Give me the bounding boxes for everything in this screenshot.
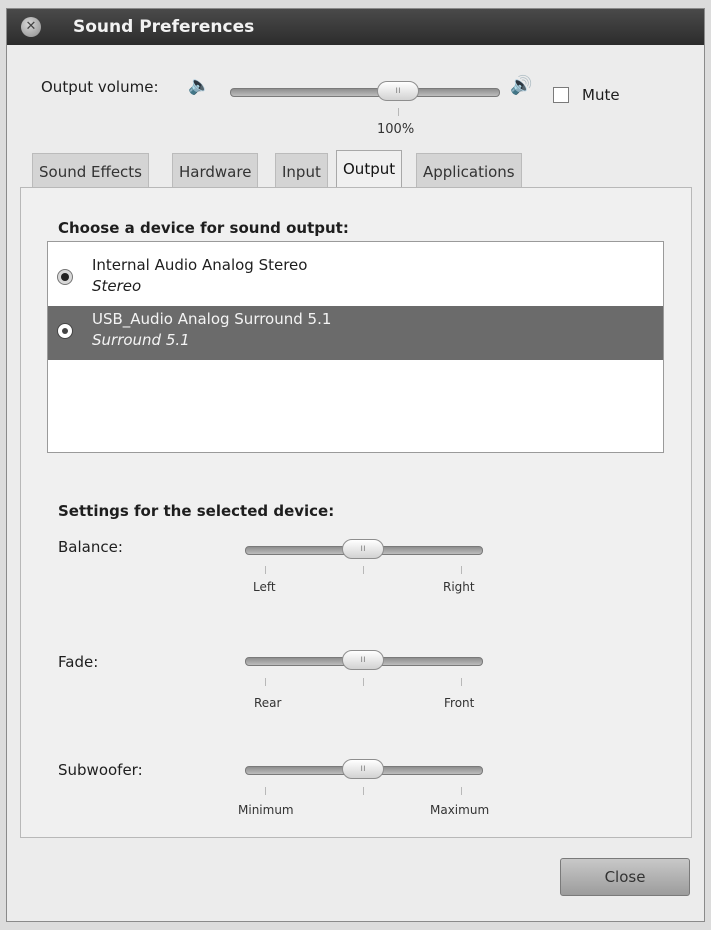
- settings-heading: Settings for the selected device:: [58, 502, 335, 520]
- balance-max-label: Right: [443, 580, 475, 594]
- mute-checkbox[interactable]: [553, 87, 569, 103]
- device-name: USB_Audio Analog Surround 5.1: [92, 310, 332, 328]
- title-bar: ✕ Sound Preferences: [7, 9, 704, 45]
- device-profile: Surround 5.1: [92, 331, 190, 349]
- fade-min-label: Rear: [254, 696, 282, 710]
- mute-label: Mute: [582, 86, 620, 104]
- output-volume-track[interactable]: [230, 88, 500, 97]
- subwoofer-max-label: Maximum: [430, 803, 490, 817]
- tab-sound-effects[interactable]: Sound Effects: [32, 153, 149, 189]
- fade-tick: [265, 678, 266, 686]
- volume-tick: [398, 108, 399, 116]
- tab-applications[interactable]: Applications: [416, 153, 522, 189]
- subwoofer-label: Subwoofer:: [58, 761, 143, 779]
- balance-tick: [461, 566, 462, 574]
- balance-min-label: Left: [253, 580, 276, 594]
- fade-slider-thumb[interactable]: ıı: [342, 650, 384, 670]
- fade-label: Fade:: [58, 653, 99, 671]
- balance-tick: [363, 566, 364, 574]
- balance-tick: [265, 566, 266, 574]
- balance-slider-thumb[interactable]: ıı: [342, 539, 384, 559]
- subwoofer-min-label: Minimum: [238, 803, 294, 817]
- device-row-usb[interactable]: USB_Audio Analog Surround 5.1 Surround 5…: [48, 306, 663, 360]
- subwoofer-tick: [461, 787, 462, 795]
- device-name: Internal Audio Analog Stereo: [92, 256, 308, 274]
- close-button[interactable]: Close: [560, 858, 690, 896]
- speaker-low-icon: 🔈: [188, 75, 211, 96]
- fade-tick: [363, 678, 364, 686]
- close-icon[interactable]: ✕: [21, 17, 41, 37]
- speaker-high-icon: 🔊: [510, 75, 533, 96]
- subwoofer-slider-thumb[interactable]: ıı: [342, 759, 384, 779]
- output-volume-value: 100%: [377, 122, 415, 137]
- device-list: Internal Audio Analog Stereo Stereo USB_…: [47, 241, 664, 453]
- device-radio[interactable]: [57, 323, 73, 339]
- tab-input[interactable]: Input: [275, 153, 328, 189]
- window-title: Sound Preferences: [73, 17, 255, 37]
- device-profile: Stereo: [92, 277, 142, 295]
- subwoofer-tick: [363, 787, 364, 795]
- device-row-internal[interactable]: Internal Audio Analog Stereo Stereo: [48, 252, 663, 306]
- choose-device-heading: Choose a device for sound output:: [58, 219, 349, 237]
- device-radio[interactable]: [57, 269, 73, 285]
- output-volume-slider-thumb[interactable]: ıı: [377, 81, 419, 101]
- fade-tick: [461, 678, 462, 686]
- subwoofer-tick: [265, 787, 266, 795]
- output-volume-label: Output volume:: [41, 78, 159, 96]
- tab-hardware[interactable]: Hardware: [172, 153, 259, 189]
- fade-max-label: Front: [444, 696, 475, 710]
- tab-output[interactable]: Output: [336, 150, 403, 190]
- balance-label: Balance:: [58, 538, 123, 556]
